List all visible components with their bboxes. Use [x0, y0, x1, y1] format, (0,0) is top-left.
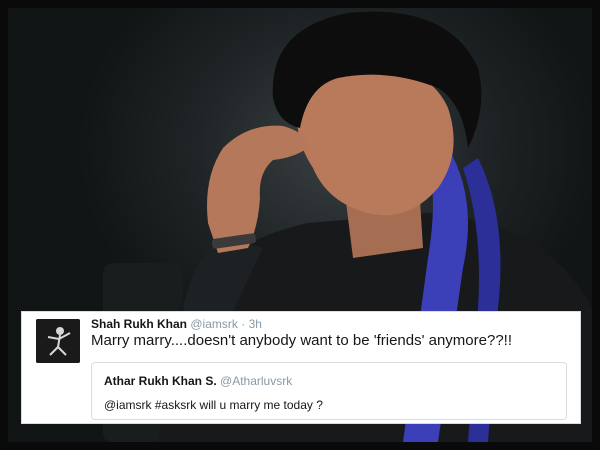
image-frame: Shah Rukh Khan @iamsrk · 3h Marry marry.…: [0, 0, 600, 450]
quoted-author-name[interactable]: Athar Rukh Khan S.: [104, 374, 217, 388]
tweet-author-handle[interactable]: @iamsrk: [190, 317, 238, 331]
author-avatar[interactable]: [36, 319, 80, 363]
tweet-card[interactable]: Shah Rukh Khan @iamsrk · 3h Marry marry.…: [21, 311, 581, 424]
quoted-tweet[interactable]: Athar Rukh Khan S. @Atharluvsrk @iamsrk …: [91, 362, 567, 420]
tweet-author-name[interactable]: Shah Rukh Khan: [91, 317, 187, 331]
quoted-tweet-text: @iamsrk #asksrk will u marry me today ?: [104, 398, 323, 412]
tweet-timestamp[interactable]: 3h: [249, 317, 262, 331]
tweet-text: Marry marry....doesn't anybody want to b…: [91, 332, 513, 349]
quoted-author-handle[interactable]: @Atharluvsrk: [220, 374, 292, 388]
avatar-figure-icon: [36, 319, 80, 363]
quoted-author-line: Athar Rukh Khan S. @Atharluvsrk: [104, 374, 292, 388]
tweet-author-line: Shah Rukh Khan @iamsrk · 3h: [91, 317, 262, 331]
separator-dot: ·: [241, 317, 246, 331]
